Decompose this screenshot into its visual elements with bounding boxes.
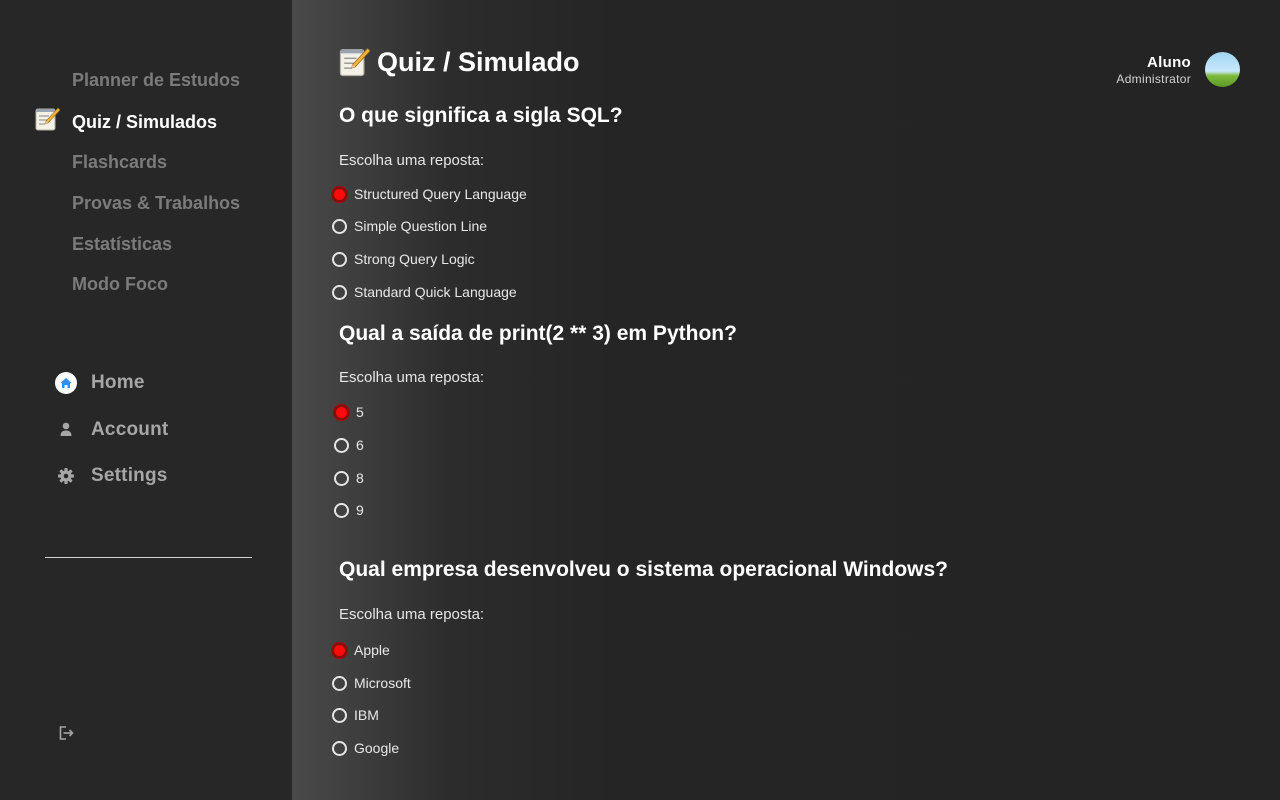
- option-label: Apple: [354, 642, 390, 658]
- option-label: Google: [354, 740, 400, 756]
- radio-button-selected[interactable]: [332, 642, 347, 658]
- page-title: Quiz / Simulado: [338, 46, 580, 78]
- option-label: IBM: [354, 707, 379, 723]
- q1-option-4[interactable]: Standard Quick Language: [332, 284, 517, 300]
- q3-option-3[interactable]: IBM: [332, 707, 379, 723]
- sidebar-item-planner[interactable]: Planner de Estudos: [72, 70, 240, 91]
- page-title-text: Quiz / Simulado: [377, 46, 580, 77]
- q2-option-1[interactable]: 5: [334, 404, 364, 420]
- sidebar-item-flashcards[interactable]: Flashcards: [72, 152, 167, 173]
- radio-button[interactable]: [332, 707, 347, 723]
- q3-option-4[interactable]: Google: [332, 740, 399, 756]
- option-label: 9: [356, 502, 364, 518]
- radio-button[interactable]: [332, 675, 347, 691]
- q2-option-4[interactable]: 9: [334, 502, 364, 518]
- option-label: Structured Query Language: [354, 186, 527, 202]
- radio-button-selected[interactable]: [334, 404, 349, 420]
- main-content: Quiz / Simulado Aluno Administrator O qu…: [292, 0, 1280, 800]
- radio-button[interactable]: [332, 218, 347, 234]
- radio-button[interactable]: [334, 502, 349, 518]
- sidebar-settings-label: Settings: [91, 465, 168, 486]
- question-1-prompt: Escolha uma reposta:: [339, 152, 485, 169]
- radio-button[interactable]: [332, 251, 347, 267]
- q3-option-1[interactable]: Apple: [332, 642, 390, 658]
- radio-button[interactable]: [332, 740, 347, 756]
- radio-button[interactable]: [334, 437, 349, 453]
- option-label: Microsoft: [354, 675, 411, 691]
- question-2-prompt: Escolha uma reposta:: [339, 369, 485, 386]
- option-label: 6: [356, 437, 364, 453]
- user-role: Administrator: [1116, 71, 1191, 86]
- sidebar-home[interactable]: Home: [55, 371, 145, 395]
- sidebar-divider: [45, 557, 252, 558]
- option-label: 8: [356, 470, 364, 486]
- question-3: Qual empresa desenvolveu o sistema opera…: [339, 558, 948, 581]
- home-icon: [55, 372, 77, 394]
- avatar[interactable]: [1205, 52, 1240, 87]
- option-label: Simple Question Line: [354, 218, 488, 234]
- q3-option-2[interactable]: Microsoft: [332, 675, 411, 691]
- sidebar-home-label: Home: [91, 372, 145, 393]
- q1-option-3[interactable]: Strong Query Logic: [332, 251, 475, 267]
- memo-icon: [339, 47, 370, 77]
- radio-button[interactable]: [334, 470, 349, 486]
- logout-icon[interactable]: [57, 724, 75, 742]
- radio-button[interactable]: [332, 284, 347, 300]
- q1-option-2[interactable]: Simple Question Line: [332, 218, 487, 234]
- sidebar-settings[interactable]: Settings: [55, 464, 168, 488]
- sidebar-item-estatisticas[interactable]: Estatísticas: [72, 234, 172, 255]
- radio-button-selected[interactable]: [332, 186, 347, 202]
- sidebar: Planner de Estudos Quiz / Simulados Flas…: [0, 0, 292, 800]
- sidebar-account-label: Account: [91, 419, 169, 440]
- option-label: Strong Query Logic: [354, 251, 475, 267]
- memo-icon: [35, 107, 60, 131]
- sidebar-item-quiz[interactable]: Quiz / Simulados: [72, 112, 217, 133]
- user-icon: [55, 419, 77, 441]
- question-3-prompt: Escolha uma reposta:: [339, 606, 485, 623]
- q2-option-2[interactable]: 6: [334, 437, 364, 453]
- app-root: Planner de Estudos Quiz / Simulados Flas…: [0, 0, 1280, 800]
- sidebar-item-modo-foco[interactable]: Modo Foco: [72, 274, 168, 295]
- gear-icon: [55, 465, 77, 487]
- q2-option-3[interactable]: 8: [334, 470, 364, 486]
- user-profile[interactable]: Aluno Administrator: [1116, 52, 1240, 87]
- sidebar-item-provas[interactable]: Provas & Trabalhos: [72, 193, 240, 214]
- q1-option-1[interactable]: Structured Query Language: [332, 186, 527, 202]
- user-name: Aluno: [1147, 53, 1191, 71]
- option-label: Standard Quick Language: [354, 284, 517, 300]
- question-2: Qual a saída de print(2 ** 3) em Python?: [339, 322, 737, 345]
- sidebar-account[interactable]: Account: [55, 418, 168, 442]
- option-label: 5: [356, 404, 364, 420]
- question-1: O que significa a sigla SQL?: [339, 104, 623, 127]
